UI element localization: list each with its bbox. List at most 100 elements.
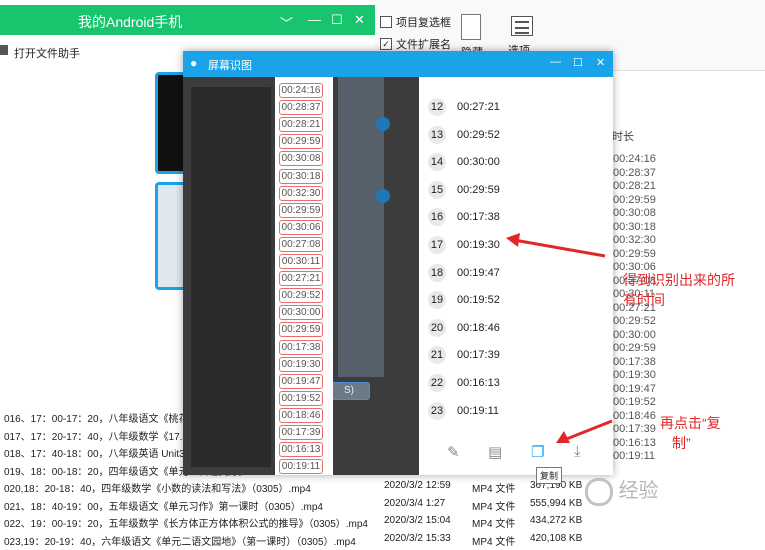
highlighted-timestamp: 00:28:21 (279, 117, 323, 133)
duration-cell: 00:19:30 (613, 369, 656, 381)
duration-column-header[interactable]: 时长 (612, 128, 634, 144)
minimize-button[interactable]: — (308, 12, 321, 27)
result-text[interactable]: 00:19:52 (457, 294, 500, 306)
highlighted-timestamp: 00:24:16 (279, 83, 323, 98)
hide-icon[interactable] (461, 14, 481, 40)
copy-tooltip: 复制 (536, 467, 563, 484)
annotation-text: 制” (672, 435, 691, 451)
highlighted-timestamp: 00:30:00 (279, 305, 323, 321)
options-icon[interactable] (511, 16, 533, 36)
annotation-text: 得到识别出来的所 (623, 272, 735, 288)
result-index-badge: 23 (428, 401, 446, 420)
ocr-maximize-button[interactable]: ☐ (573, 56, 583, 69)
folder-icon (0, 45, 8, 55)
result-index-badge: 22 (428, 374, 446, 392)
duration-cell: 00:29:52 (613, 315, 656, 327)
duration-cell: 00:24:16 (613, 153, 656, 165)
result-text[interactable]: 00:17:39 (457, 349, 500, 361)
highlighted-timestamp: 00:30:08 (279, 151, 323, 167)
annotation-text: 有时间 (623, 292, 665, 308)
result-text[interactable]: 00:16:13 (457, 377, 500, 389)
file-date: 2020/3/2 15:33 (384, 532, 451, 544)
duration-cell: 00:29:59 (613, 247, 656, 260)
highlighted-timestamp: 00:28:37 (279, 100, 323, 116)
highlighted-timestamp: 00:17:38 (279, 339, 323, 355)
result-text[interactable]: 00:29:52 (457, 129, 500, 141)
circle-icon (376, 117, 390, 131)
item-checkbox[interactable] (380, 16, 392, 28)
extension-checkbox[interactable]: ✓ (380, 38, 392, 50)
extension-checkbox-option[interactable]: ✓ 文件扩展名 (380, 36, 451, 52)
file-name: 021、18：40-19：00，五年级语文《单元习作》第一课时（0305）.mp… (4, 501, 323, 513)
duration-cell: 00:32:30 (613, 234, 656, 246)
duration-cell: 00:19:47 (613, 382, 656, 395)
ocr-close-button[interactable]: ✕ (596, 56, 605, 69)
open-file-helper-button[interactable]: 打开文件助手 (14, 45, 80, 61)
highlighted-timestamp: 00:19:47 (279, 373, 323, 389)
close-button[interactable]: ✕ (354, 12, 365, 28)
result-index-badge: 18 (428, 263, 446, 282)
annotation-arrow (506, 233, 606, 258)
highlighted-timestamp: 00:27:08 (279, 236, 323, 252)
highlighted-timestamp: 00:17:39 (279, 425, 323, 440)
duration-cell: 00:29:59 (613, 193, 656, 206)
duration-cell: 00:30:08 (613, 207, 656, 219)
chevron-down-icon[interactable]: ﹀ (280, 13, 293, 32)
file-type: MP4 文件 (472, 501, 516, 513)
duration-cell: 00:28:21 (613, 180, 656, 192)
annotation-arrow (556, 419, 613, 443)
result-text[interactable]: 00:19:30 (457, 239, 500, 251)
highlighted-timestamp: 00:29:52 (279, 288, 323, 304)
result-text[interactable]: 00:19:11 (457, 405, 499, 417)
result-text[interactable]: 00:18:46 (457, 322, 500, 334)
highlighted-timestamp: 00:30:06 (279, 219, 323, 235)
android-window-title: 我的Android手机 (78, 14, 183, 30)
file-type: MP4 文件 (472, 484, 516, 495)
edit-icon[interactable]: ✎ (447, 443, 460, 461)
duration-cell: 00:28:37 (613, 166, 656, 179)
file-size: 555,994 KB (530, 497, 583, 509)
result-index-badge: 17 (428, 236, 446, 254)
file-date: 2020/3/2 12:59 (384, 480, 451, 491)
duration-cell: 00:17:38 (613, 355, 656, 368)
file-type: MP4 文件 (472, 519, 516, 530)
file-date: 2020/3/2 15:04 (384, 515, 451, 526)
result-text[interactable]: 00:17:38 (457, 211, 500, 223)
result-index-badge: 20 (428, 318, 446, 337)
item-checkbox-option[interactable]: 项目复选框 (380, 14, 451, 30)
penguin-icon: ● (190, 56, 198, 70)
file-name: 022、19：00-19：20，五年级数学《长方体正方体体积公式的推导》（030… (4, 519, 368, 530)
dialog-button: S) (328, 382, 370, 400)
copy-icon[interactable]: ❐ (531, 443, 544, 461)
maximize-button[interactable]: ☐ (331, 12, 343, 28)
translate-icon[interactable]: ▤ (488, 443, 502, 461)
ocr-window-title: 屏幕识图 (208, 60, 252, 72)
highlighted-timestamp: 00:19:30 (279, 356, 323, 372)
highlighted-timestamp: 00:16:13 (279, 442, 323, 458)
highlighted-timestamp: 00:29:59 (279, 202, 323, 218)
file-name: 023,19：20-19：40，六年级语文《单元二语文园地》（第一课时）（030… (4, 536, 356, 548)
result-text[interactable]: 00:27:21 (457, 101, 500, 113)
highlighted-timestamp: 00:29:59 (279, 322, 323, 338)
circle-icon (376, 189, 390, 203)
highlighted-timestamp: 00:30:18 (279, 168, 323, 184)
duration-cell: 00:30:00 (613, 328, 656, 341)
item-checkbox-label: 项目复选框 (396, 17, 451, 29)
highlighted-timestamp: 00:32:30 (279, 185, 323, 201)
result-index-badge: 12 (428, 98, 446, 116)
result-text[interactable]: 00:30:00 (457, 156, 500, 168)
highlighted-timestamp: 00:27:21 (279, 271, 323, 287)
ocr-minimize-button[interactable]: — (550, 56, 561, 68)
extension-checkbox-label: 文件扩展名 (396, 39, 451, 51)
result-text[interactable]: 00:19:47 (457, 267, 500, 279)
highlighted-timestamp: 00:29:59 (279, 134, 323, 150)
result-text[interactable]: 00:29:59 (457, 184, 500, 196)
watermark-logo: 经验 (585, 474, 705, 506)
highlighted-timestamp: 00:30:11 (279, 254, 323, 269)
preview-image-region (191, 87, 271, 467)
file-type: MP4 文件 (472, 536, 516, 548)
duration-cell: 00:29:59 (613, 342, 656, 354)
file-size: 434,272 KB (530, 515, 583, 526)
watermark-text: 经验 (618, 480, 659, 502)
file-name: 020,18：20-18：40，四年级数学《小数的读法和写法》（0305）.mp… (4, 484, 311, 495)
